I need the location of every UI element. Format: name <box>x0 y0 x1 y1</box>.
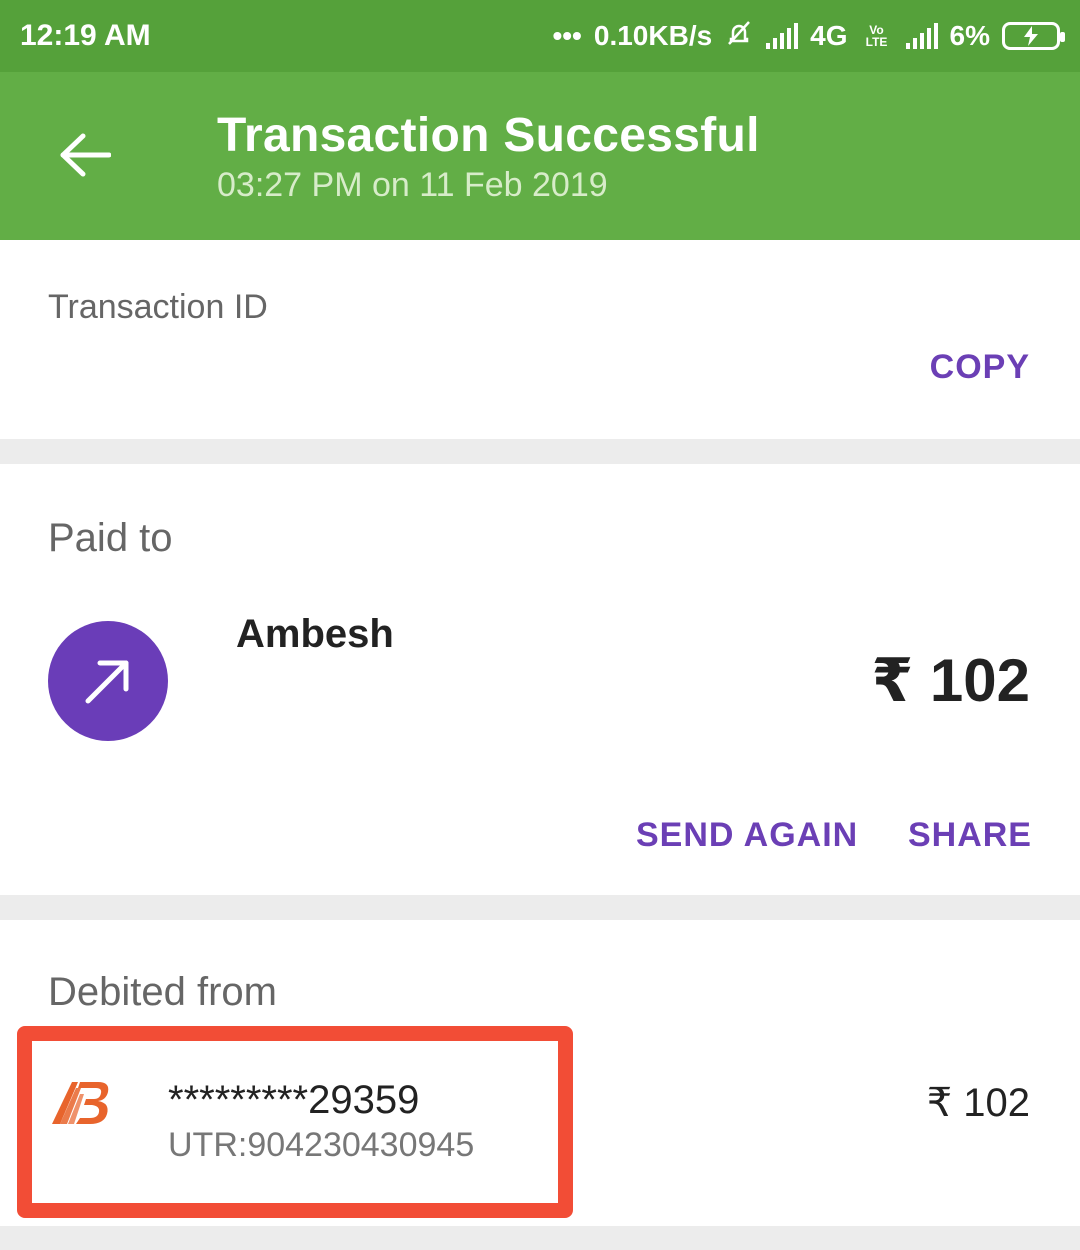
account-number: *********29359 <box>168 1078 420 1122</box>
more-dots-icon: ••• <box>552 20 582 51</box>
utr-number: UTR:904230430945 <box>168 1126 475 1164</box>
bank-logo-icon <box>52 1082 109 1124</box>
back-button[interactable] <box>50 120 120 190</box>
share-button[interactable]: SHARE <box>908 816 1032 855</box>
signal-strength-2-icon <box>905 23 938 49</box>
debited-from-label: Debited from <box>48 970 277 1014</box>
copy-button[interactable]: COPY <box>930 348 1030 387</box>
page-title: Transaction Successful <box>217 109 760 162</box>
status-time: 12:19 AM <box>20 19 151 52</box>
battery-percent: 6% <box>949 20 990 51</box>
paid-to-label: Paid to <box>48 516 173 560</box>
app-bar: Transaction Successful 03:27 PM on 11 Fe… <box>0 72 1080 240</box>
signal-strength-icon <box>766 23 799 49</box>
payee-avatar <box>48 621 168 741</box>
network-speed: 0.10KB/s <box>593 20 713 51</box>
back-arrow-icon <box>60 133 111 177</box>
transaction-id-card: Transaction ID COPY <box>0 240 1080 439</box>
transaction-datetime: 03:27 PM on 11 Feb 2019 <box>217 166 608 204</box>
muted-bell-icon <box>724 18 754 55</box>
payee-name: Ambesh <box>236 612 394 656</box>
status-bar: 12:19 AM ••• 0.10KB/s 4G Vo LTE 6% <box>0 0 1080 72</box>
paid-amount: ₹ 102 <box>871 647 1030 714</box>
debited-from-card: Debited from *********29359 UTR:90423043… <box>0 920 1080 1226</box>
debited-amount: ₹ 102 <box>926 1081 1030 1125</box>
transaction-id-label: Transaction ID <box>48 288 268 326</box>
sent-arrow-icon <box>85 660 129 704</box>
paid-to-card: Paid to Ambesh ₹ 102 SEND AGAIN SHARE <box>0 464 1080 895</box>
network-type: 4G <box>810 20 848 51</box>
battery-charging-icon <box>1002 22 1065 50</box>
send-again-button[interactable]: SEND AGAIN <box>636 816 858 855</box>
status-icons: ••• 0.10KB/s 4G Vo LTE 6% <box>552 18 1065 55</box>
volte-icon: Vo LTE <box>865 23 888 49</box>
